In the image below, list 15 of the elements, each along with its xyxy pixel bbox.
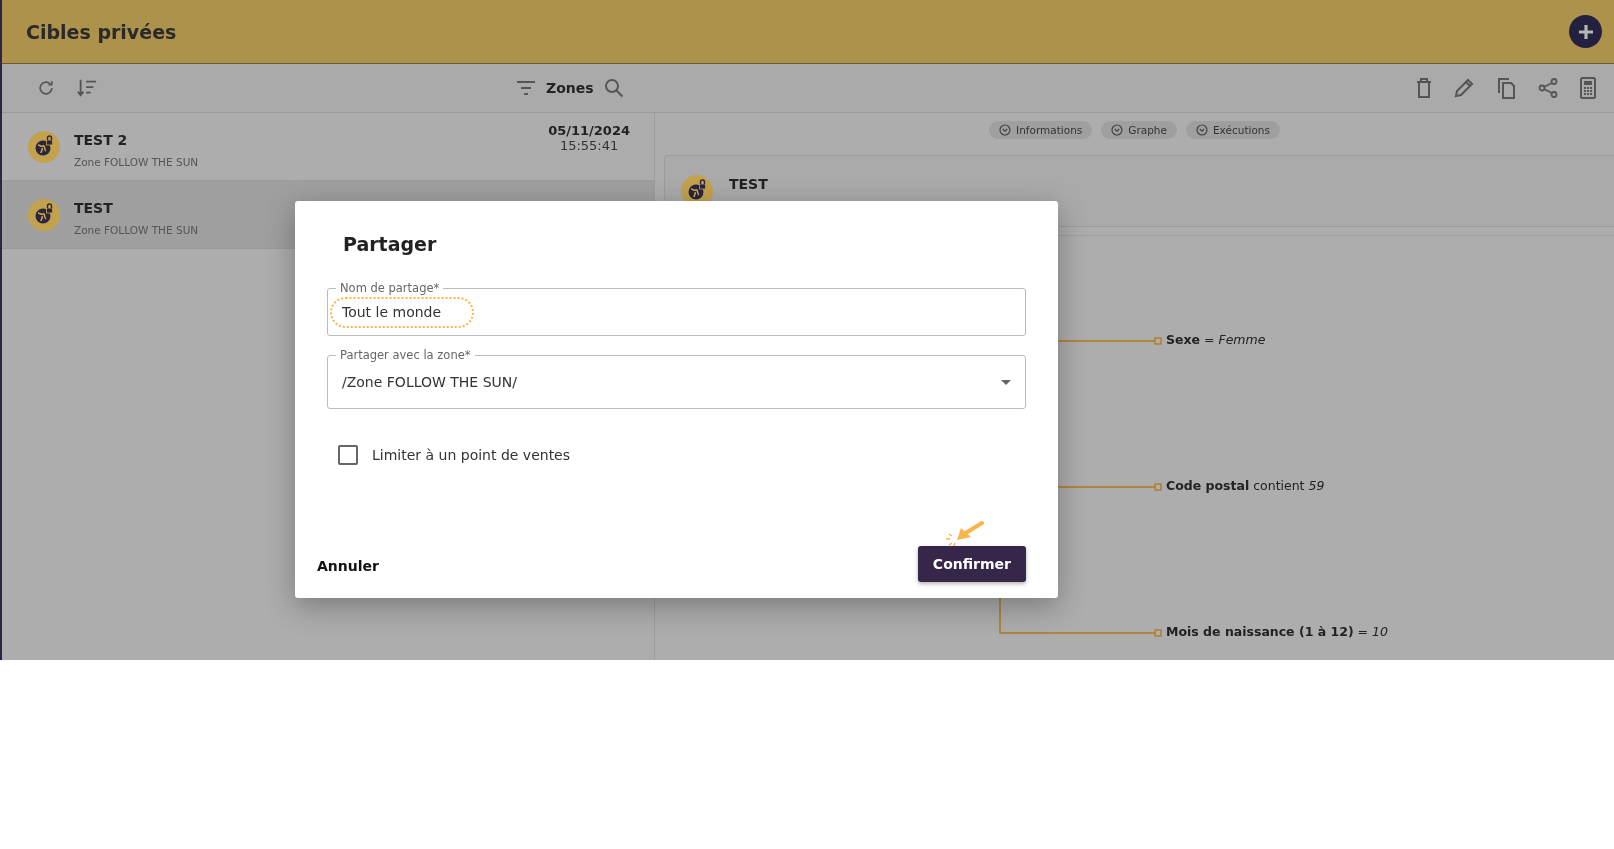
item-time: 15:55:41 xyxy=(559,138,619,153)
condition-label: Sexe = Femme xyxy=(1166,332,1266,347)
dialog-title: Partager xyxy=(343,233,438,255)
item-zone: Zone FOLLOW THE SUN xyxy=(74,223,200,236)
item-date: 05/11/2024 xyxy=(548,123,630,138)
condition-label: Mois de naissance (1 à 12) = 10 xyxy=(1166,624,1388,639)
field-label: Partager avec la zone* xyxy=(339,348,472,362)
page-title: Cibles privées xyxy=(26,20,177,43)
item-name: TEST xyxy=(74,199,114,216)
item-zone: Zone FOLLOW THE SUN xyxy=(74,155,200,168)
detail-title: TEST xyxy=(729,176,768,192)
condition-label: Code postal contient 59 xyxy=(1166,478,1325,493)
item-name: TEST 2 xyxy=(74,131,129,148)
select-value: /Zone FOLLOW THE SUN/ xyxy=(342,374,518,390)
field-label: Nom de partage* xyxy=(339,281,441,295)
